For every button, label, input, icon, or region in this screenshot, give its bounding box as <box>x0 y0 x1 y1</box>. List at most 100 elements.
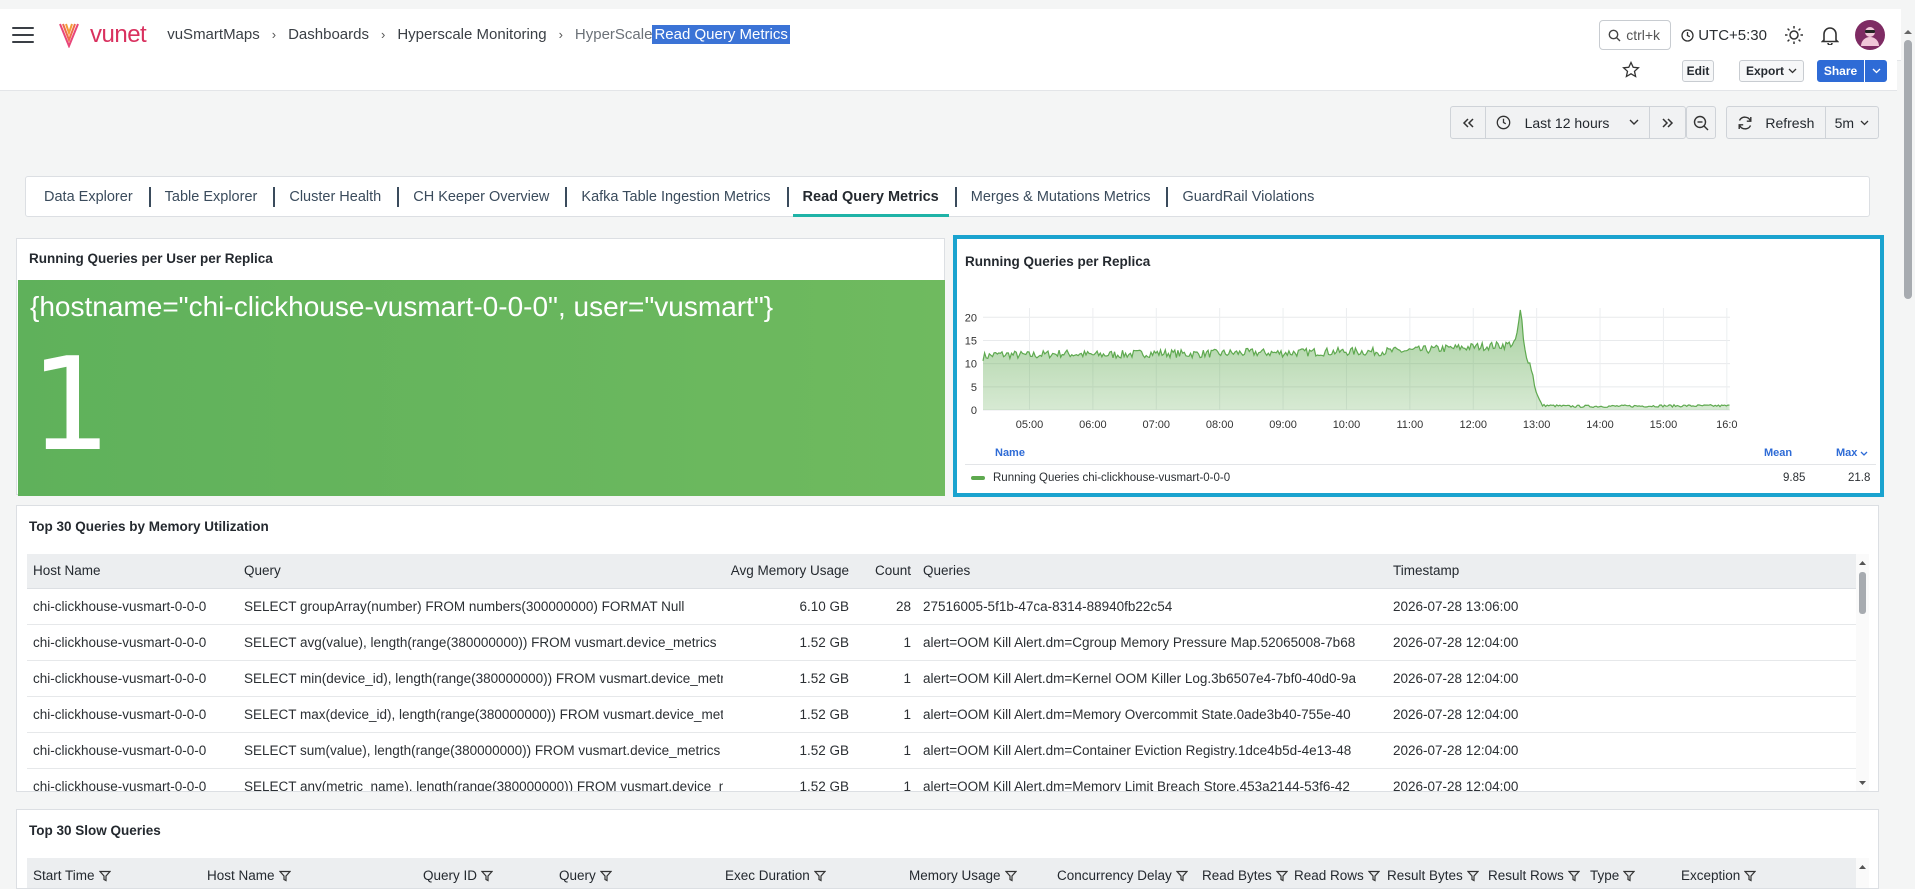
column-header[interactable]: Memory Usage <box>903 858 1051 888</box>
table-scrollbar[interactable] <box>1856 554 1869 791</box>
column-header[interactable]: Timestamp <box>1387 554 1869 589</box>
refresh-interval-label: 5m <box>1834 114 1855 131</box>
sort-desc-icon <box>1860 451 1868 456</box>
tab-data-explorer[interactable]: Data Explorer <box>44 176 149 217</box>
breadcrumb-item-dashboards[interactable]: Dashboards <box>288 26 369 43</box>
logo-text: vunet <box>90 20 147 48</box>
stat-value: 1 <box>30 331 112 480</box>
legend-series-mean: 9.85 <box>1783 472 1806 484</box>
filter-icon[interactable] <box>1275 870 1288 882</box>
filter-icon[interactable] <box>1367 870 1380 882</box>
tab-table-explorer[interactable]: Table Explorer <box>148 176 274 217</box>
table-row[interactable]: chi-clickhouse-vusmart-0-0-0 SELECT max(d… <box>27 696 1869 733</box>
y-tick-label: 15 <box>965 335 977 347</box>
menu-icon[interactable] <box>12 26 34 43</box>
column-header[interactable]: Result Bytes <box>1381 858 1482 888</box>
favorite-button[interactable] <box>1622 60 1644 83</box>
column-header[interactable]: Concurrency Delay <box>1051 858 1196 888</box>
filter-icon[interactable] <box>1744 870 1757 882</box>
refresh-interval-picker[interactable]: 5m <box>1826 107 1878 138</box>
filter-icon[interactable] <box>1623 870 1636 882</box>
filter-icon[interactable] <box>599 870 612 882</box>
column-header[interactable]: Query <box>238 554 723 589</box>
column-header[interactable]: Count <box>855 554 917 589</box>
time-shift-back-button[interactable] <box>1451 107 1486 138</box>
filter-icon[interactable] <box>813 870 826 882</box>
tab-guardrail-violations[interactable]: GuardRail Violations <box>1166 176 1330 217</box>
breadcrumb-item-vusmartmaps[interactable]: vuSmartMaps <box>167 26 260 43</box>
export-button[interactable]: Export <box>1739 60 1804 82</box>
column-header[interactable]: Read Rows <box>1288 858 1381 888</box>
tab-read-query-metrics[interactable]: Read Query Metrics <box>786 176 955 217</box>
sun-icon <box>1785 26 1803 44</box>
filter-icon[interactable] <box>98 870 111 882</box>
tab-kafka-table-ingestion-metrics[interactable]: Kafka Table Ingestion Metrics <box>565 176 786 217</box>
filter-icon[interactable] <box>481 870 494 882</box>
page-scrollbar[interactable] <box>1901 0 1915 889</box>
column-header[interactable]: Query ID <box>417 858 553 888</box>
column-header[interactable]: Exec Duration <box>719 858 903 888</box>
scrollbar-thumb[interactable] <box>1859 572 1866 614</box>
table-cell: 1.52 GB <box>723 768 855 791</box>
table-cell: alert=OOM Kill Alert.dm=Memory Overcommi… <box>917 696 1387 733</box>
table-row[interactable]: chi-clickhouse-vusmart-0-0-0 SELECT min(d… <box>27 660 1869 697</box>
refresh-label: Refresh <box>1765 114 1815 131</box>
page-scrollbar-thumb[interactable] <box>1904 40 1912 299</box>
column-header[interactable]: Result Rows <box>1482 858 1584 888</box>
table-row[interactable]: chi-clickhouse-vusmart-0-0-0 SELECT any(m… <box>27 768 1869 791</box>
table-cell: 6.10 GB <box>723 588 855 625</box>
tab-ch-keeper-overview[interactable]: CH Keeper Overview <box>397 176 565 217</box>
running-queries-chart[interactable]: 0 5 10 15 20 05:00 06:00 07:00 08:00 09:00 10:00 11… <box>957 302 1880 432</box>
legend-series-name: Running Queries chi-clickhouse-vusmart-0… <box>993 472 1231 484</box>
filter-icon[interactable] <box>1567 870 1580 882</box>
table-row[interactable]: chi-clickhouse-vusmart-0-0-0 SELECT group… <box>27 588 1869 625</box>
timezone-selector[interactable]: UTC+5:30 <box>1681 27 1767 44</box>
theme-toggle-button[interactable] <box>1783 24 1805 46</box>
tab-cluster-health[interactable]: Cluster Health <box>273 176 397 217</box>
x-tick-label: 14:00 <box>1586 419 1614 431</box>
column-header-label: Read Bytes <box>1202 867 1272 883</box>
y-tick-label: 5 <box>971 382 977 394</box>
column-header[interactable]: Query <box>553 858 719 888</box>
legend-header-max-label: Max <box>1836 447 1858 459</box>
zoom-out-button[interactable] <box>1686 106 1716 139</box>
filter-icon[interactable] <box>1004 870 1017 882</box>
time-shift-forward-button[interactable] <box>1650 107 1685 138</box>
tab-merges-mutations-metrics[interactable]: Merges & Mutations Metrics <box>954 176 1167 217</box>
refresh-button[interactable]: Refresh <box>1727 107 1826 138</box>
column-header[interactable]: Host Name <box>201 858 417 888</box>
table-row[interactable]: chi-clickhouse-vusmart-0-0-0 SELECT sum(v… <box>27 732 1869 769</box>
time-range-picker[interactable]: Last 12 hours <box>1486 107 1651 138</box>
column-header[interactable]: Exception <box>1675 858 1857 888</box>
x-tick-label: 07:00 <box>1143 419 1171 431</box>
user-avatar[interactable] <box>1855 20 1885 50</box>
legend-header-mean[interactable]: Mean <box>1764 447 1792 459</box>
table-row[interactable]: chi-clickhouse-vusmart-0-0-0 SELECT avg(v… <box>27 624 1869 661</box>
filter-icon[interactable] <box>278 870 291 882</box>
column-header[interactable]: Read Bytes <box>1196 858 1288 888</box>
notifications-button[interactable] <box>1819 24 1841 46</box>
column-header[interactable]: Type <box>1584 858 1675 888</box>
breadcrumb-item-hyperscale: HyperScale <box>574 26 653 43</box>
brand-logo[interactable]: vunet <box>58 20 147 49</box>
legend-row[interactable]: Running Queries chi-clickhouse-vusmart-0… <box>965 468 1876 488</box>
legend-header-name[interactable]: Name <box>995 447 1025 459</box>
share-options-button[interactable] <box>1865 60 1887 82</box>
breadcrumb-item-hyperscale-monitoring[interactable]: Hyperscale Monitoring <box>397 26 546 43</box>
share-button[interactable]: Share <box>1817 60 1864 82</box>
legend-header-max[interactable]: Max <box>1836 447 1868 459</box>
x-tick-label: 11:00 <box>1396 419 1423 431</box>
column-header[interactable]: Queries <box>917 554 1387 589</box>
search-button[interactable]: ctrl+k <box>1599 20 1672 50</box>
filter-icon[interactable] <box>1466 870 1479 882</box>
column-header[interactable]: Avg Memory Usage <box>723 554 855 589</box>
edit-button[interactable]: Edit <box>1682 60 1714 82</box>
table-cell: 2026-07-28 12:04:00 <box>1387 768 1869 791</box>
table-cell: alert=OOM Kill Alert.dm=Memory Limit Bre… <box>917 768 1387 791</box>
column-header[interactable]: Start Time <box>27 858 201 888</box>
table-scrollbar[interactable] <box>1856 858 1869 888</box>
legend-color-swatch <box>971 476 985 480</box>
table-cell: chi-clickhouse-vusmart-0-0-0 <box>27 768 238 791</box>
column-header[interactable]: Host Name <box>27 554 238 589</box>
filter-icon[interactable] <box>1175 870 1188 882</box>
